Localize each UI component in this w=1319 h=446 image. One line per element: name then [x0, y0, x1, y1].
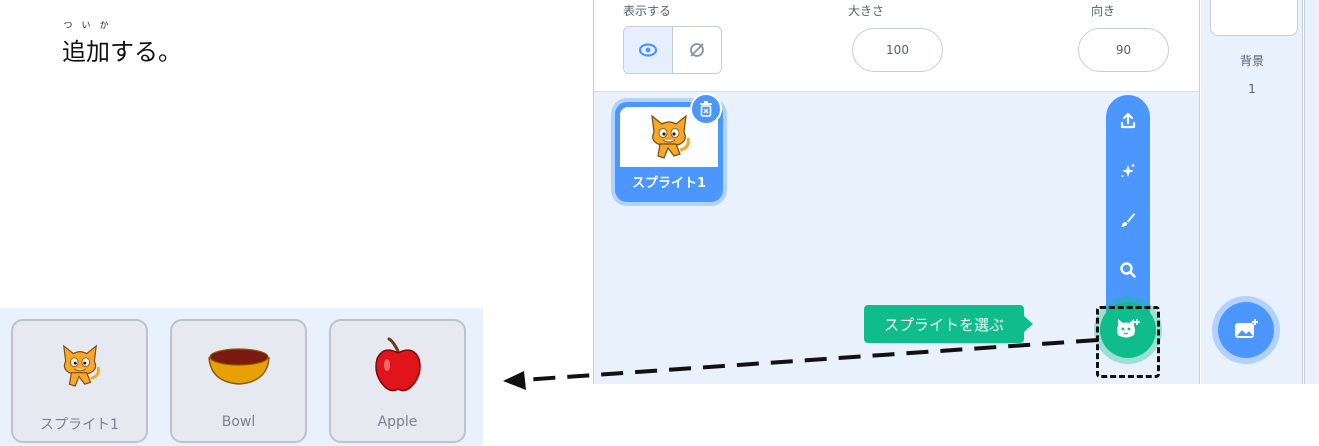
choose-backdrop-button[interactable] [1218, 302, 1274, 358]
library-item-picture [172, 331, 305, 401]
surprise-icon [1121, 164, 1135, 177]
sprite-info-bar: 表示する 大きさ 向き 100 90 [594, 0, 1199, 92]
upload-sprite-button[interactable] [1106, 101, 1150, 141]
stage-thumbnail[interactable] [1210, 0, 1298, 36]
bowl-icon [207, 348, 270, 385]
library-item-apple[interactable]: Apple [329, 319, 466, 443]
sprite-menu [1106, 95, 1150, 330]
trash-icon [700, 101, 712, 117]
library-item-picture [13, 331, 146, 401]
direction-label: 向き [1091, 4, 1116, 18]
choose-sprite-tooltip: スプライトを選ぶ [864, 305, 1024, 343]
tooltip-arrow [1024, 316, 1033, 332]
highlight-box [1096, 306, 1160, 378]
ruby-char: つ [63, 21, 73, 31]
library-item-label: Apple [377, 414, 418, 430]
hide-button[interactable] [672, 27, 721, 73]
eye-slash-icon [689, 43, 704, 57]
library-item-label: Bowl [221, 414, 256, 430]
instruction-main: 追加する。 [62, 38, 182, 66]
cat-icon [651, 114, 690, 159]
upload-icon [1120, 112, 1136, 129]
library-item-label: スプライト1 [40, 417, 119, 433]
right-edge-panel [1304, 0, 1319, 384]
show-label: 表示する [623, 4, 672, 18]
size-input[interactable]: 100 [852, 28, 943, 72]
search-icon [1120, 262, 1136, 278]
paint-icon [1121, 213, 1135, 227]
ruby-char: か [99, 21, 109, 31]
eye-icon [638, 43, 657, 57]
visibility-toggle [623, 26, 722, 74]
backdrop-label: 背景 [1239, 54, 1264, 68]
sprite-name: スプライト1 [631, 176, 707, 191]
cat-icon [62, 344, 100, 387]
direction-input[interactable]: 90 [1078, 28, 1169, 72]
sprite-pane: 表示する 大きさ 向き 100 90 スプライト1 スプライトを選ぶ [593, 0, 1200, 384]
ruby-annotation: つ い か [62, 18, 132, 31]
ruby-char: い [81, 21, 91, 31]
show-button[interactable] [624, 27, 673, 73]
stage-pane: 背景 1 [1201, 0, 1303, 384]
size-label: 大きさ [848, 4, 885, 18]
sprite-library: スプライト1 Bowl Apple [0, 308, 483, 446]
library-item-bowl[interactable]: Bowl [170, 319, 307, 443]
delete-sprite-button[interactable] [690, 93, 722, 125]
apple-icon [374, 337, 421, 392]
backdrop-count: 1 [1248, 82, 1256, 96]
library-item-picture [331, 331, 464, 401]
library-item-cat[interactable]: スプライト1 [11, 319, 148, 443]
search-sprite-button[interactable] [1106, 250, 1150, 290]
surprise-sprite-button[interactable] [1106, 151, 1150, 191]
image-plus-icon [1235, 319, 1258, 338]
paint-sprite-button[interactable] [1106, 200, 1150, 240]
